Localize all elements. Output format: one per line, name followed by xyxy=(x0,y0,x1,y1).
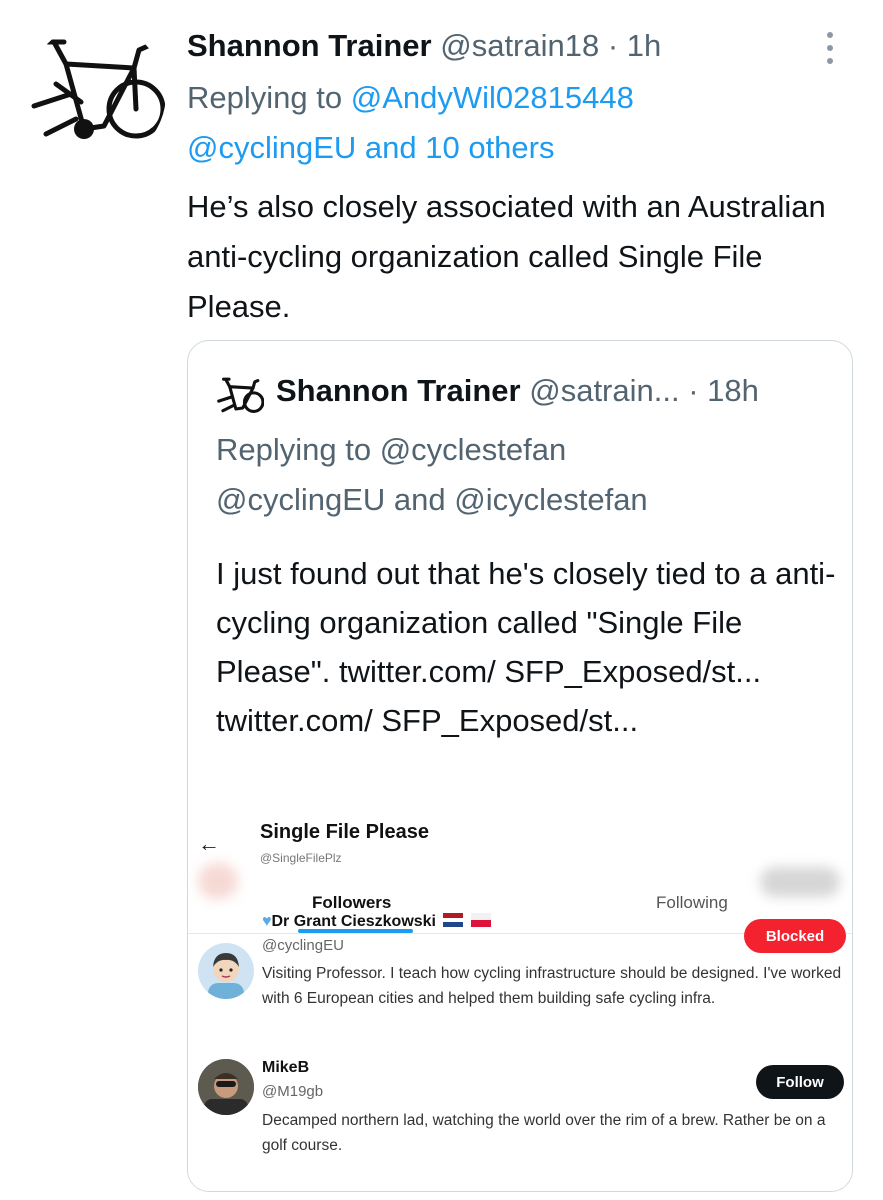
follow-button: Follow xyxy=(756,1065,844,1099)
quoted-replying-line-2: @cyclingEU and @icyclestefan xyxy=(216,482,648,517)
blurred-element xyxy=(198,863,238,899)
account-handle: @SingleFilePlz xyxy=(260,851,342,865)
blue-heart-icon: ♥ xyxy=(262,913,272,930)
quoted-author-avatar xyxy=(216,373,265,421)
replying-to-line-2: @cyclingEU and 10 others xyxy=(187,128,555,168)
tweet-text: He’s also closely associated with an Aus… xyxy=(187,189,826,324)
tab-followers: Followers xyxy=(312,893,392,912)
tweet-time[interactable]: · 1h xyxy=(599,28,661,63)
quoted-author-name: Shannon Trainer xyxy=(276,373,521,408)
avatar xyxy=(198,1059,254,1115)
replying-to: Replying to @AndyWil02815448 xyxy=(187,78,634,118)
blocked-button: Blocked xyxy=(744,919,846,953)
follower-name-row: ♥Dr Grant Cieszkowski xyxy=(262,913,491,931)
netherlands-flag-icon xyxy=(443,913,464,927)
back-arrow-icon: ← xyxy=(198,831,220,856)
bicycle-icon xyxy=(217,377,265,413)
bicycle-icon xyxy=(31,39,166,139)
reply-mention-1[interactable]: @AndyWil02815448 xyxy=(351,80,634,115)
quoted-author-handle: @satrain... xyxy=(529,373,680,408)
author-name[interactable]: Shannon Trainer xyxy=(187,28,432,63)
account-name: Single File Please xyxy=(260,821,429,843)
poland-flag-icon xyxy=(470,913,491,927)
quoted-header: Shannon Trainer @satrain... · 18h xyxy=(276,371,759,411)
more-options-icon[interactable] xyxy=(818,28,842,74)
avatar xyxy=(198,943,254,999)
blurred-element xyxy=(760,867,840,897)
tweet-header: Shannon Trainer @satrain18 · 1h xyxy=(187,26,661,66)
follower-name: MikeB xyxy=(262,1059,310,1076)
follower-name: Dr Grant Cieszkowski xyxy=(271,913,437,930)
follower-bio: Decamped northern lad, watching the worl… xyxy=(262,1112,826,1154)
author-avatar[interactable] xyxy=(26,24,166,164)
quoted-replying-line-1: Replying to @cyclestefan xyxy=(216,432,567,467)
quoted-tweet[interactable]: Shannon Trainer @satrain... · 18h Replyi… xyxy=(187,340,853,1192)
follower-handle: @M19gb xyxy=(262,1083,324,1100)
follower-handle: @cyclingEU xyxy=(262,937,344,954)
tab-following: Following xyxy=(656,893,728,912)
author-handle[interactable]: @satrain18 xyxy=(440,28,599,63)
replying-prefix: Replying to xyxy=(187,80,351,115)
quoted-text: I just found out that he's closely tied … xyxy=(216,556,836,738)
quoted-time: · 18h xyxy=(679,373,759,408)
follower-bio: Visiting Professor. I teach how cycling … xyxy=(262,965,842,1007)
attached-screenshot[interactable]: ← Single File Please @SingleFilePlz Foll… xyxy=(188,811,852,1191)
reply-mention-2[interactable]: @cyclingEU and 10 others xyxy=(187,130,555,165)
